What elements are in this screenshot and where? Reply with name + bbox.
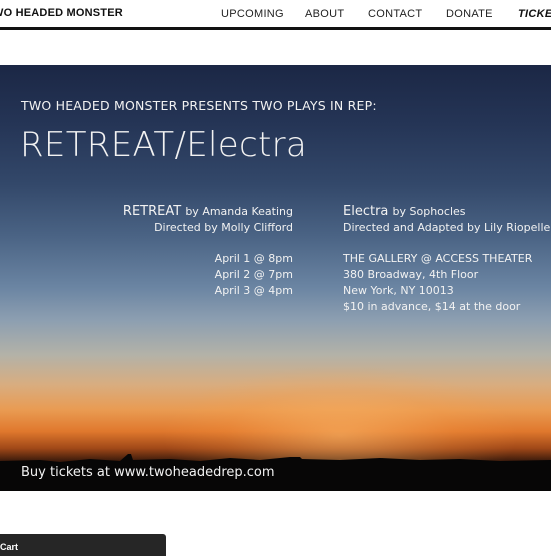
play-retreat-author: by Amanda Keating bbox=[185, 205, 293, 218]
play-electra-director: Directed and Adapted by Lily Riopelle bbox=[343, 221, 551, 234]
ticket-prices: $10 in advance, $14 at the door bbox=[343, 300, 521, 313]
site-header: WO HEADED MONSTER UPCOMING ABOUT CONTACT… bbox=[0, 0, 551, 27]
nav-donate[interactable]: DONATE bbox=[446, 8, 493, 20]
buy-tickets-url: Buy tickets at www.twoheadedrep.com bbox=[21, 465, 275, 480]
show-banner-image: TWO HEADED MONSTER PRESENTS TWO PLAYS IN… bbox=[0, 65, 551, 491]
play-electra-title: Electra by Sophocles bbox=[343, 204, 466, 219]
play-retreat-director: Directed by Molly Clifford bbox=[154, 221, 293, 234]
play-electra-author: by Sophocles bbox=[392, 205, 466, 218]
date-1: April 1 @ 8pm bbox=[214, 252, 293, 265]
venue-city: New York, NY 10013 bbox=[343, 284, 454, 297]
venue-address: 380 Broadway, 4th Floor bbox=[343, 268, 479, 281]
date-3: April 3 @ 4pm bbox=[214, 284, 293, 297]
shopping-cart-button[interactable]: g Cart bbox=[0, 534, 166, 556]
site-logo[interactable]: WO HEADED MONSTER bbox=[0, 7, 123, 19]
performance-dates: April 1 @ 8pm April 2 @ 7pm April 3 @ 4p… bbox=[215, 251, 293, 299]
nav-contact[interactable]: CONTACT bbox=[368, 8, 422, 20]
presents-heading: TWO HEADED MONSTER PRESENTS TWO PLAYS IN… bbox=[21, 98, 377, 113]
nav-tickets[interactable]: TICKET bbox=[518, 8, 551, 20]
play-retreat-title: RETREAT by Amanda Keating bbox=[123, 204, 293, 219]
play-retreat-name: RETREAT bbox=[122, 204, 182, 219]
date-2: April 2 @ 7pm bbox=[214, 268, 293, 281]
nav-upcoming[interactable]: UPCOMING bbox=[221, 8, 284, 20]
header-divider bbox=[0, 27, 551, 30]
show-title: RETREAT/Electra bbox=[20, 125, 308, 165]
venue-name: THE GALLERY @ ACCESS THEATER bbox=[343, 252, 533, 265]
play-electra-name: Electra bbox=[343, 204, 389, 219]
nav-about[interactable]: ABOUT bbox=[305, 8, 344, 20]
venue-info: THE GALLERY @ ACCESS THEATER 380 Broadwa… bbox=[343, 251, 532, 315]
